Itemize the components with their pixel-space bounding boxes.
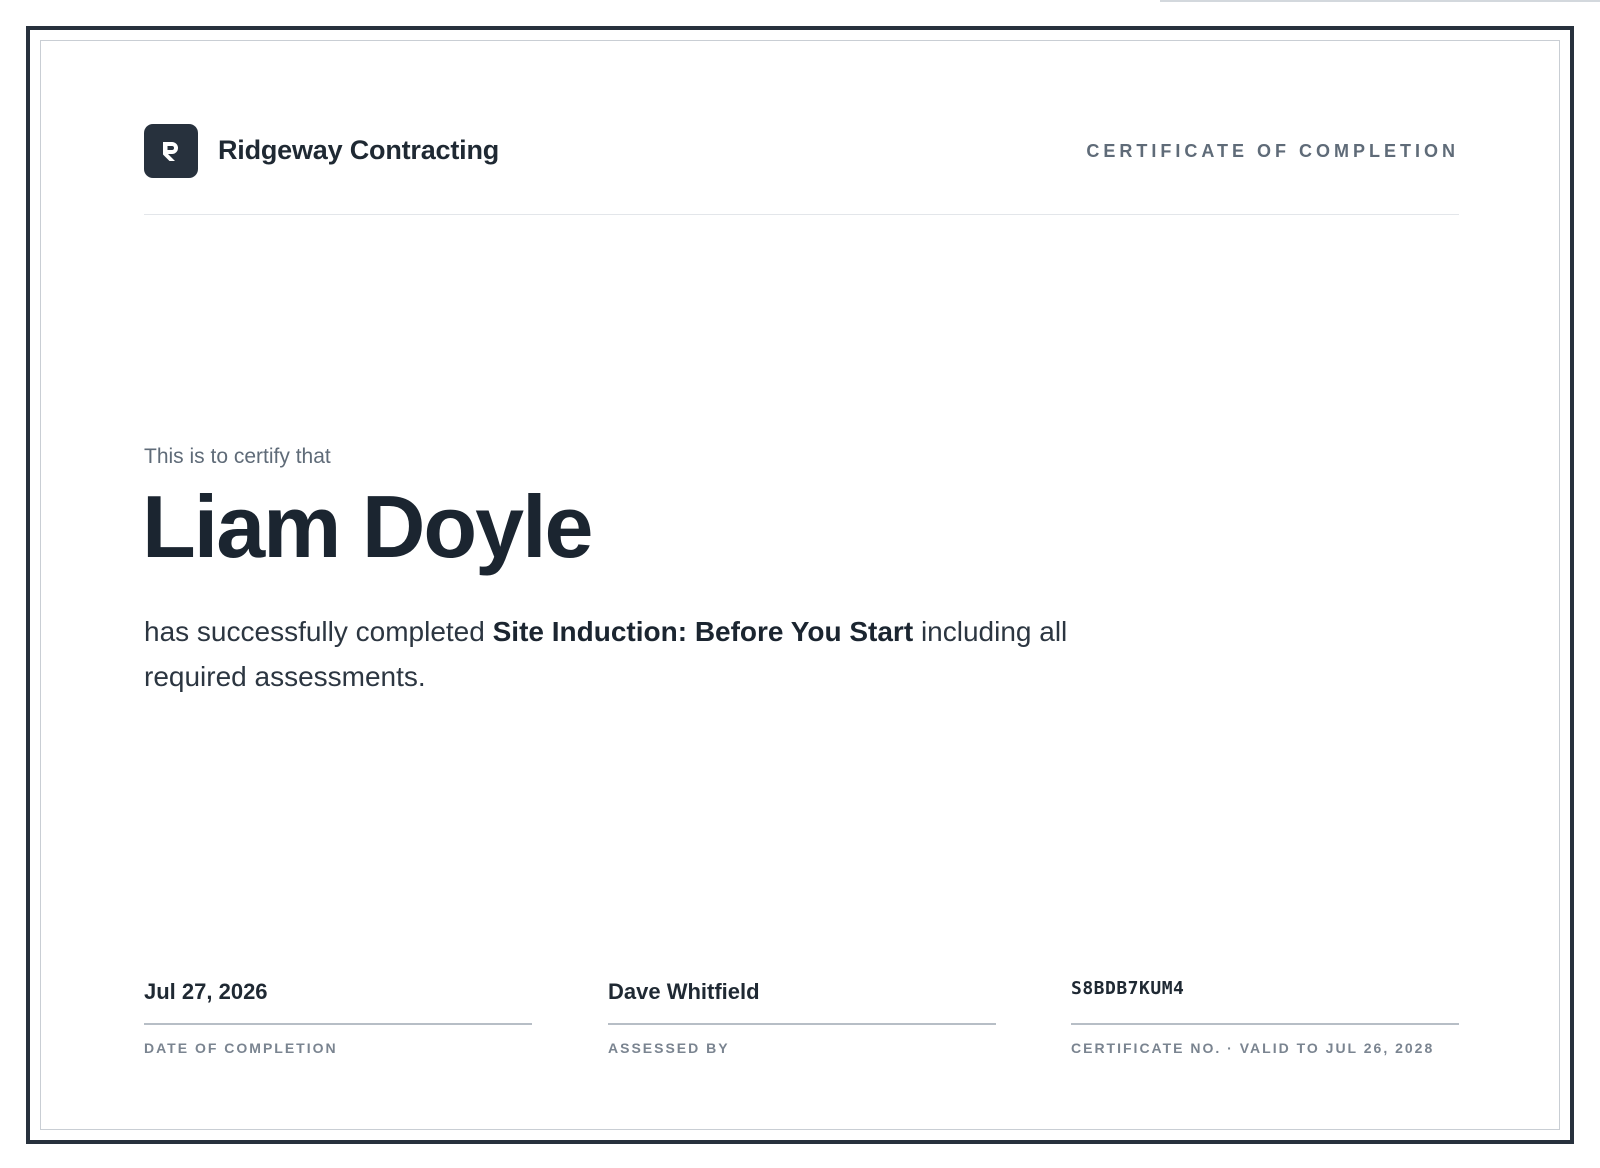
ridgeway-logo-icon xyxy=(144,124,198,178)
logo-letter-r-icon xyxy=(163,142,178,161)
certificate-number-label: CERTIFICATE NO. · VALID TO JUL 26, 2028 xyxy=(1071,1040,1435,1056)
completion-date: Jul 27, 2026 xyxy=(144,979,268,1004)
course-title: Site Induction: Before You Start xyxy=(492,616,914,647)
certificate-inner-border xyxy=(40,40,1560,1130)
company-name: Ridgeway Contracting xyxy=(218,135,500,165)
certify-lead-text: This is to certify that xyxy=(144,445,331,468)
certificate-header: Ridgeway Contracting CERTIFICATE OF COMP… xyxy=(144,124,1459,180)
header-divider xyxy=(144,214,1459,215)
completion-statement: has successfully completed Site Inductio… xyxy=(144,609,1124,699)
completion-date-rule xyxy=(144,1023,532,1025)
top-edge-strip xyxy=(1160,0,1600,2)
recipient-name: Liam Doyle xyxy=(142,477,593,576)
document-type-heading: CERTIFICATE OF COMPLETION xyxy=(1086,141,1459,161)
completion-date-label: DATE OF COMPLETION xyxy=(144,1040,338,1056)
assessor-name: Dave Whitfield xyxy=(608,979,760,1004)
statement-prefix: has successfully completed xyxy=(144,616,485,647)
assessor-rule xyxy=(608,1023,996,1025)
certificate-number-rule xyxy=(1071,1023,1459,1025)
assessor-label: ASSESSED BY xyxy=(608,1040,730,1056)
certificate-number: S8BDB7KUM4 xyxy=(1071,978,1185,999)
